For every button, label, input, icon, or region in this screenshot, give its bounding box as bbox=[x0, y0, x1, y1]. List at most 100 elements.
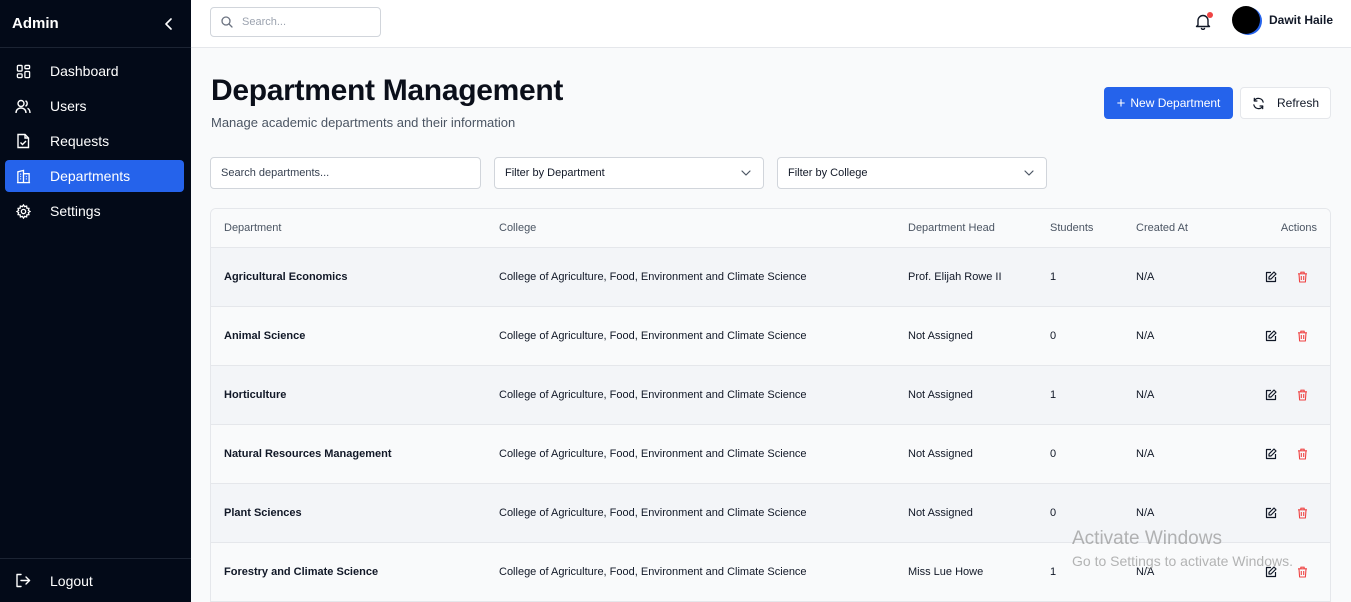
user-name: Dawit Haile bbox=[1269, 13, 1334, 27]
building-icon bbox=[15, 168, 31, 184]
cell-department: Natural Resources Management bbox=[224, 448, 392, 460]
table-row: Forestry and Climate Science College of … bbox=[211, 543, 1330, 602]
notification-dot bbox=[1207, 12, 1213, 18]
edit-button[interactable] bbox=[1264, 448, 1277, 461]
sidebar-item-label: Requests bbox=[50, 133, 110, 149]
delete-button[interactable] bbox=[1296, 566, 1309, 579]
table-row: Plant Sciences College of Agriculture, F… bbox=[211, 484, 1330, 543]
row-actions bbox=[1264, 271, 1309, 284]
college-filter-select[interactable]: Filter by College bbox=[777, 157, 1047, 189]
cell-department-head: Not Assigned bbox=[908, 389, 973, 401]
row-actions bbox=[1264, 389, 1309, 402]
edit-button[interactable] bbox=[1264, 330, 1277, 343]
trash-icon bbox=[1298, 566, 1307, 578]
cell-department-head: Miss Lue Howe bbox=[908, 566, 984, 578]
cell-students: 1 bbox=[1050, 389, 1057, 401]
sidebar-item-users[interactable]: Users bbox=[5, 90, 184, 122]
college-filter-value: Filter by College bbox=[788, 167, 868, 179]
collapse-sidebar-button[interactable] bbox=[161, 16, 177, 32]
trash-icon bbox=[1298, 330, 1307, 342]
column-header-department[interactable]: Department bbox=[224, 222, 281, 234]
table-header: Department College Department Head Stude… bbox=[211, 209, 1330, 248]
edit-icon bbox=[1265, 389, 1277, 401]
cell-department: Horticulture bbox=[224, 389, 287, 401]
page-subtitle: Manage academic departments and their in… bbox=[211, 115, 516, 130]
sidebar-item-label: Dashboard bbox=[50, 63, 119, 79]
row-actions bbox=[1264, 566, 1309, 579]
plus-icon: + bbox=[1116, 94, 1126, 112]
sidebar-header: Admin bbox=[0, 0, 191, 48]
refresh-icon bbox=[1252, 97, 1265, 110]
logout-icon bbox=[15, 573, 31, 589]
page-title: Department Management bbox=[211, 74, 564, 107]
chevron-left-icon bbox=[165, 17, 172, 30]
new-department-label: New Department bbox=[1130, 96, 1221, 110]
department-search-input[interactable] bbox=[210, 157, 481, 189]
trash-icon bbox=[1298, 389, 1307, 401]
column-header-department-head[interactable]: Department Head bbox=[908, 222, 995, 234]
sidebar-item-label: Departments bbox=[50, 168, 131, 184]
notifications-button[interactable] bbox=[1195, 12, 1213, 31]
sidebar-item-label: Settings bbox=[50, 203, 101, 219]
sidebar: Admin Dashboard Users Requests Departmen… bbox=[0, 0, 191, 602]
global-search bbox=[210, 7, 381, 37]
sidebar-item-departments[interactable]: Departments bbox=[5, 160, 184, 192]
users-icon bbox=[15, 98, 31, 114]
topbar: Dawit Haile bbox=[191, 0, 1351, 48]
delete-button[interactable] bbox=[1296, 389, 1309, 402]
sidebar-item-requests[interactable]: Requests bbox=[5, 125, 184, 157]
cell-students: 1 bbox=[1050, 271, 1057, 283]
logout-button[interactable]: Logout bbox=[0, 558, 191, 602]
cell-department-head: Not Assigned bbox=[908, 507, 973, 519]
cell-students: 0 bbox=[1050, 507, 1057, 519]
delete-button[interactable] bbox=[1296, 330, 1309, 343]
new-department-button[interactable]: + New Department bbox=[1104, 87, 1233, 119]
sidebar-item-dashboard[interactable]: Dashboard bbox=[5, 55, 184, 87]
global-search-input[interactable] bbox=[242, 16, 362, 28]
delete-button[interactable] bbox=[1296, 271, 1309, 284]
department-filter-value: Filter by Department bbox=[505, 167, 605, 179]
sidebar-nav: Dashboard Users Requests Departments Set… bbox=[0, 48, 191, 227]
cell-college: College of Agriculture, Food, Environmen… bbox=[499, 271, 807, 283]
table-row: Natural Resources Management College of … bbox=[211, 425, 1330, 484]
gear-icon bbox=[15, 203, 31, 219]
sidebar-item-settings[interactable]: Settings bbox=[5, 195, 184, 227]
column-header-college[interactable]: College bbox=[499, 222, 536, 234]
row-actions bbox=[1264, 448, 1309, 461]
search-icon bbox=[221, 16, 233, 28]
sidebar-title: Admin bbox=[12, 15, 59, 32]
sidebar-item-label: Users bbox=[50, 98, 87, 114]
refresh-button[interactable]: Refresh bbox=[1240, 87, 1331, 119]
cell-department-head: Prof. Elijah Rowe II bbox=[908, 271, 1002, 283]
row-actions bbox=[1264, 507, 1309, 520]
cell-created-at: N/A bbox=[1136, 330, 1155, 342]
department-filter-select[interactable]: Filter by Department bbox=[494, 157, 764, 189]
cell-department-head: Not Assigned bbox=[908, 448, 973, 460]
departments-table: Department College Department Head Stude… bbox=[210, 208, 1331, 602]
edit-button[interactable] bbox=[1264, 271, 1277, 284]
column-header-students[interactable]: Students bbox=[1050, 222, 1093, 234]
column-header-created-at[interactable]: Created At bbox=[1136, 222, 1188, 234]
row-actions bbox=[1264, 330, 1309, 343]
edit-button[interactable] bbox=[1264, 507, 1277, 520]
requests-icon bbox=[15, 133, 31, 149]
cell-department-head: Not Assigned bbox=[908, 330, 973, 342]
cell-college: College of Agriculture, Food, Environmen… bbox=[499, 389, 807, 401]
cell-college: College of Agriculture, Food, Environmen… bbox=[499, 330, 807, 342]
cell-students: 1 bbox=[1050, 566, 1057, 578]
edit-icon bbox=[1265, 271, 1277, 283]
edit-button[interactable] bbox=[1264, 566, 1277, 579]
delete-button[interactable] bbox=[1296, 507, 1309, 520]
table-row: Animal Science College of Agriculture, F… bbox=[211, 307, 1330, 366]
user-menu[interactable]: Dawit Haile bbox=[1232, 6, 1333, 34]
cell-department: Animal Science bbox=[224, 330, 306, 342]
cell-created-at: N/A bbox=[1136, 507, 1155, 519]
avatar bbox=[1232, 6, 1260, 34]
chevron-down-icon bbox=[1024, 170, 1034, 176]
delete-button[interactable] bbox=[1296, 448, 1309, 461]
edit-icon bbox=[1265, 330, 1277, 342]
edit-button[interactable] bbox=[1264, 389, 1277, 402]
cell-created-at: N/A bbox=[1136, 448, 1155, 460]
cell-students: 0 bbox=[1050, 330, 1057, 342]
edit-icon bbox=[1265, 448, 1277, 460]
